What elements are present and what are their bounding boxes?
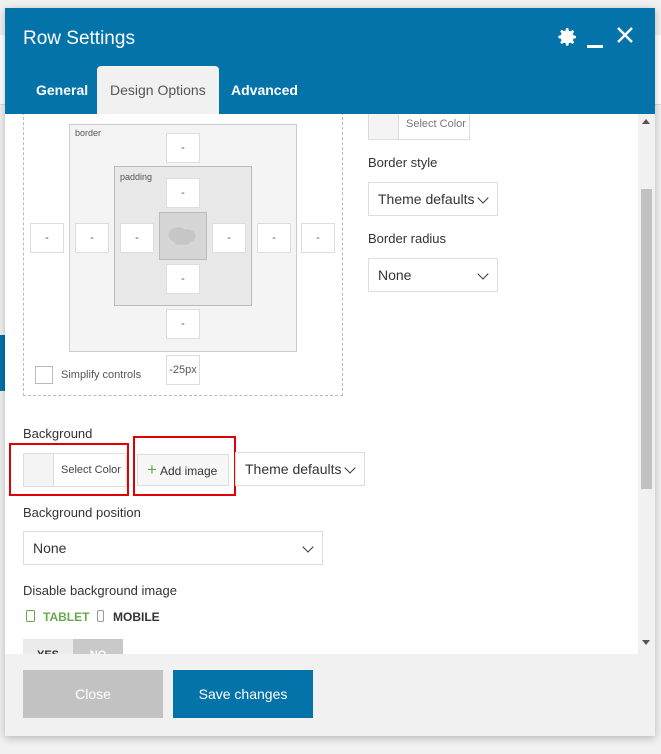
modal-title: Row Settings: [23, 28, 135, 49]
border-label: border: [75, 128, 102, 138]
gear-icon[interactable]: [555, 25, 579, 49]
mobile-icon[interactable]: [97, 610, 104, 622]
row-settings-modal: Row Settings General Design Options Adva…: [5, 8, 655, 736]
border-style-select[interactable]: Theme defaults: [368, 182, 498, 216]
modal-footer: Close Save changes: [5, 654, 655, 736]
box-model-content: [159, 212, 207, 260]
modal-header: Row Settings General Design Options Adva…: [5, 8, 655, 114]
highlight-box-select-color: [9, 443, 129, 496]
border-radius-select[interactable]: None: [368, 258, 498, 292]
save-changes-button[interactable]: Save changes: [173, 670, 313, 718]
margin-top-input[interactable]: -: [166, 133, 200, 163]
border-radius-label: Border radius: [368, 231, 447, 246]
close-button[interactable]: Close: [23, 670, 163, 718]
border-right-input[interactable]: -: [257, 223, 291, 253]
border-style-value: Theme defaults: [378, 191, 475, 207]
tab-general[interactable]: General: [23, 66, 101, 114]
margin-right-input[interactable]: -: [301, 223, 335, 253]
padding-bottom-input[interactable]: -: [166, 264, 200, 294]
simplify-controls-label: Simplify controls: [61, 369, 142, 381]
scroll-thumb[interactable]: [641, 189, 652, 489]
margin-bottom-input[interactable]: -25px: [166, 355, 200, 385]
chevron-down-icon: [344, 462, 356, 474]
chevron-down-icon: [302, 541, 314, 553]
tab-design-options[interactable]: Design Options: [97, 66, 219, 114]
background-position-value: None: [33, 540, 67, 556]
minimize-icon[interactable]: [587, 45, 603, 48]
close-icon[interactable]: [614, 24, 636, 46]
tablet-tab[interactable]: TABLET: [43, 610, 89, 624]
modal-body: border padding - - - -25px - - - - - - -…: [5, 114, 655, 654]
margin-left-input[interactable]: -: [30, 223, 64, 253]
border-style-label: Border style: [368, 155, 438, 170]
mobile-tab[interactable]: MOBILE: [113, 610, 160, 624]
border-color-picker[interactable]: Select Color: [368, 114, 470, 140]
padding-label: padding: [120, 172, 153, 182]
scroll-up-arrow[interactable]: [642, 119, 650, 124]
border-select-color-label: Select Color: [406, 118, 466, 130]
padding-left-input[interactable]: -: [120, 223, 154, 253]
background-position-select[interactable]: None: [23, 531, 323, 565]
border-radius-value: None: [378, 267, 412, 283]
background-style-select[interactable]: Theme defaults: [235, 452, 365, 486]
tablet-icon[interactable]: [26, 610, 35, 622]
background-position-label: Background position: [23, 505, 141, 520]
content-placeholder-icon: [168, 227, 196, 245]
toggle-yes-button[interactable]: YES: [23, 639, 73, 654]
border-color-swatch: [369, 114, 399, 139]
toggle-no-button[interactable]: NO: [73, 639, 123, 654]
chevron-down-icon: [477, 268, 489, 280]
border-left-input[interactable]: -: [75, 223, 109, 253]
tab-advanced[interactable]: Advanced: [218, 66, 311, 114]
padding-right-input[interactable]: -: [212, 223, 246, 253]
background-label: Background: [23, 426, 93, 441]
chevron-down-icon: [477, 192, 489, 204]
border-top-input[interactable]: -: [166, 178, 200, 208]
modal-scrollbar[interactable]: [638, 114, 655, 654]
scroll-down-arrow[interactable]: [642, 640, 650, 645]
border-bottom-input[interactable]: -: [166, 309, 200, 339]
highlight-box-add-image: [133, 436, 236, 496]
disable-background-label: Disable background image: [23, 583, 177, 598]
simplify-controls-checkbox[interactable]: [35, 366, 53, 384]
background-style-value: Theme defaults: [245, 461, 342, 477]
